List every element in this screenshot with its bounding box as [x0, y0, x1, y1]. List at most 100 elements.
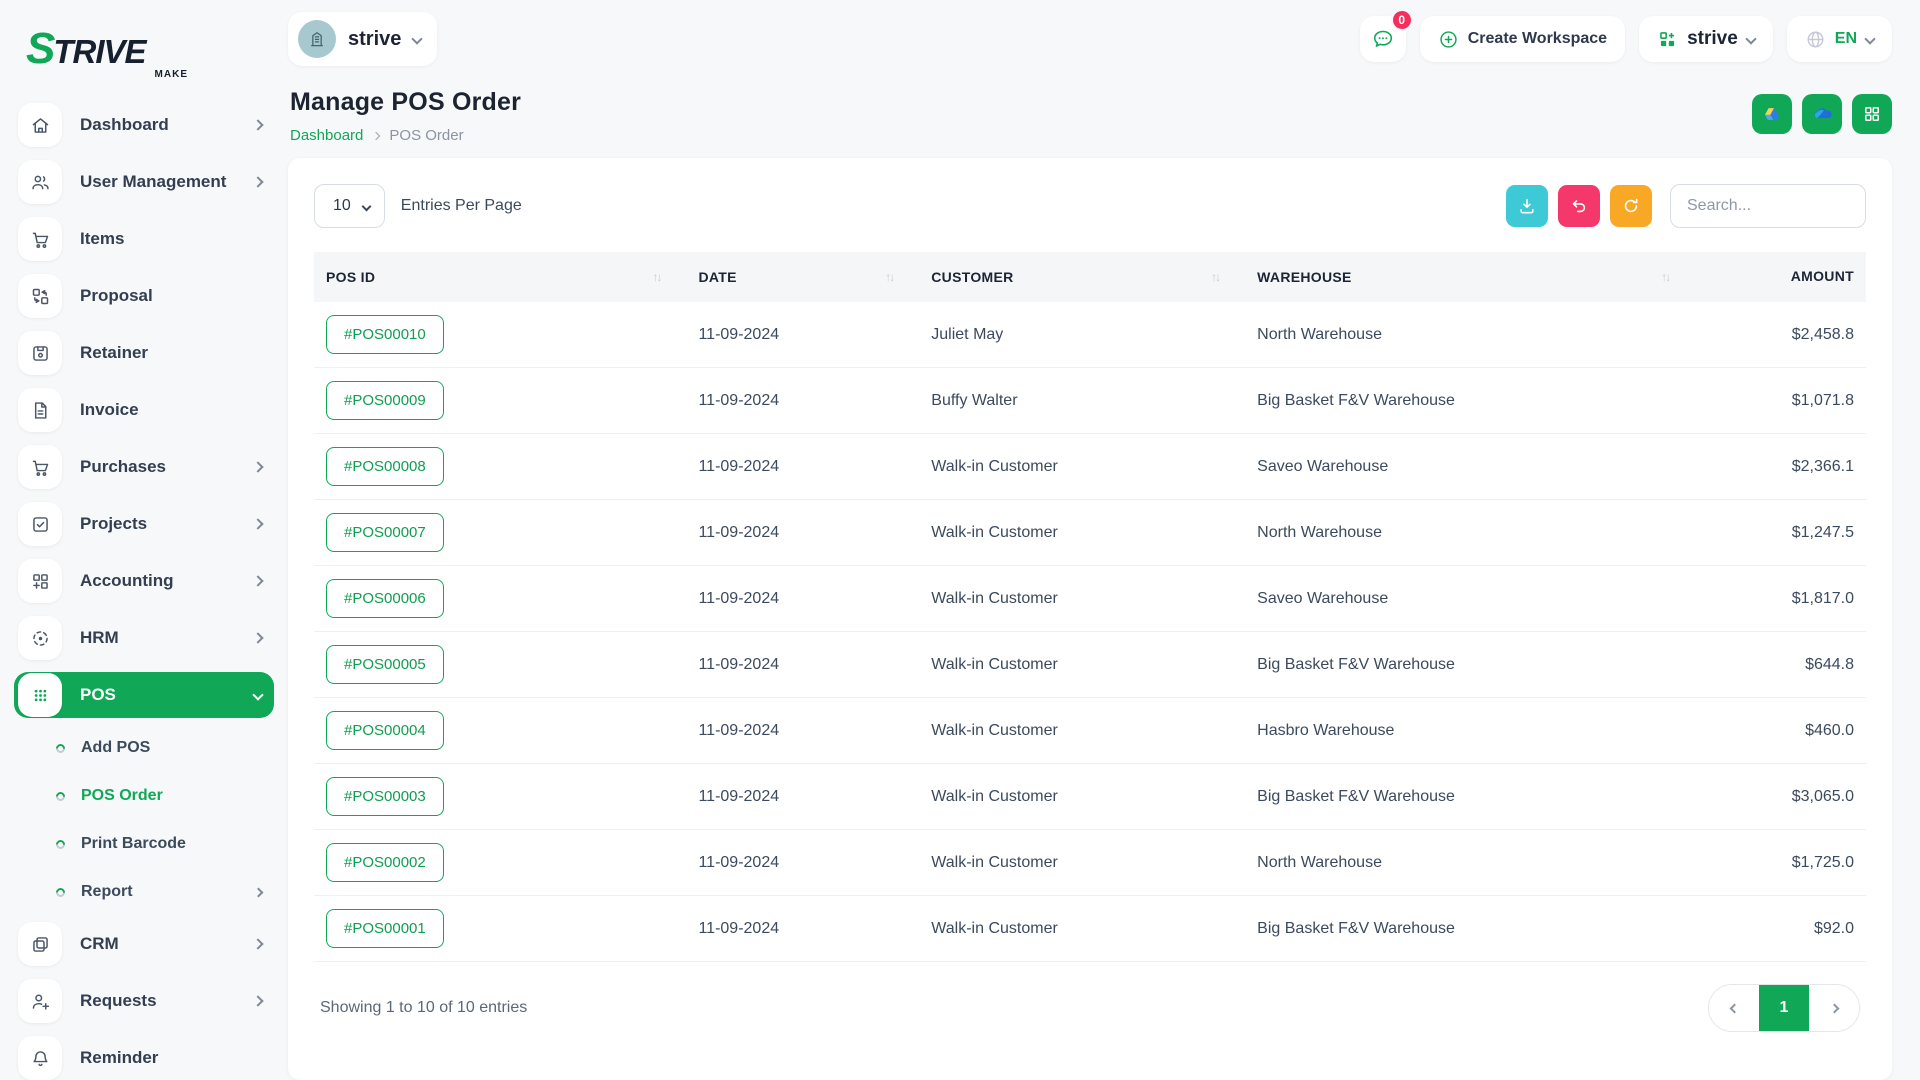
- sort-icon[interactable]: ↑↓: [885, 270, 895, 284]
- pos-id-badge[interactable]: #POS00008: [326, 447, 444, 486]
- onedrive-button[interactable]: [1802, 94, 1842, 134]
- table-row: #POS00003 11-09-2024 Walk-in Customer Bi…: [314, 763, 1866, 830]
- sidebar-item-pos[interactable]: POS: [14, 672, 274, 718]
- grid-view-button[interactable]: [1852, 94, 1892, 134]
- column-header-customer[interactable]: CUSTOMER ↑↓: [919, 252, 1246, 302]
- app-root: STRIVE MAKE Dashboard User Management It…: [0, 0, 1920, 1080]
- sidebar-item-items[interactable]: Items: [14, 216, 274, 262]
- column-label: DATE: [698, 269, 737, 285]
- workspace-selector[interactable]: strive: [288, 12, 438, 66]
- pos-id-badge[interactable]: #POS00003: [326, 777, 444, 816]
- refresh-button[interactable]: [1610, 185, 1652, 227]
- grid-icon: [1865, 107, 1879, 121]
- page-head-left: Manage POS Order Dashboard POS Order: [290, 88, 521, 144]
- google-drive-button[interactable]: [1752, 94, 1792, 134]
- pos-id-badge[interactable]: #POS00006: [326, 579, 444, 618]
- messages-button[interactable]: 0: [1359, 9, 1413, 62]
- table-row: #POS00009 11-09-2024 Buffy Walter Big Ba…: [314, 367, 1866, 434]
- chevron-down-icon: [1745, 33, 1757, 45]
- bullet-ring-icon: [54, 741, 67, 755]
- pos-id-badge[interactable]: #POS00009: [326, 381, 444, 420]
- customer-cell: Walk-in Customer: [919, 631, 1246, 698]
- sidebar-item-user-management[interactable]: User Management: [14, 159, 274, 205]
- workspace-name: strive: [348, 27, 402, 50]
- create-workspace-label: Create Workspace: [1467, 30, 1608, 47]
- cart-icon: [18, 445, 62, 489]
- main-column: strive 0 Create Workspace strive EN Mana…: [288, 0, 1920, 1080]
- create-workspace-button[interactable]: Create Workspace: [1419, 16, 1626, 62]
- sidebar-item-crm[interactable]: CRM: [14, 921, 274, 967]
- scan-target-icon: [18, 616, 62, 660]
- pagination-prev-button[interactable]: [1709, 985, 1759, 1031]
- messages-count-badge: 0: [1390, 9, 1413, 31]
- brand-logo[interactable]: STRIVE MAKE: [0, 18, 210, 92]
- download-icon: [1520, 198, 1534, 214]
- pagination: 1: [1708, 984, 1860, 1032]
- sidebar-item-hrm[interactable]: HRM: [14, 615, 274, 661]
- table-row: #POS00010 11-09-2024 Juliet May North Wa…: [314, 302, 1866, 368]
- pos-id-badge[interactable]: #POS00002: [326, 843, 444, 882]
- column-header-amount[interactable]: AMOUNT: [1695, 252, 1866, 302]
- pagination-next-button[interactable]: [1809, 985, 1859, 1031]
- column-label: WAREHOUSE: [1257, 269, 1352, 285]
- entries-per-page-label: Entries Per Page: [400, 197, 522, 214]
- warehouse-cell: Big Basket F&V Warehouse: [1245, 367, 1696, 434]
- pos-id-badge[interactable]: #POS00007: [326, 513, 444, 552]
- pagination-page-1[interactable]: 1: [1759, 985, 1809, 1031]
- date-cell: 11-09-2024: [686, 763, 920, 830]
- logo-text-rest: TRIVE: [53, 33, 146, 70]
- column-header-date[interactable]: DATE ↑↓: [686, 252, 920, 302]
- sidebar-subitem-pos-order[interactable]: POS Order: [44, 777, 274, 815]
- warehouse-cell: North Warehouse: [1245, 302, 1696, 368]
- sidebar-item-label: Reminder: [80, 1048, 159, 1067]
- bullet-ring-icon: [54, 885, 67, 899]
- sort-icon[interactable]: ↑↓: [1661, 270, 1671, 284]
- chevron-right-icon: [252, 176, 264, 188]
- customer-cell: Walk-in Customer: [919, 895, 1246, 962]
- warehouse-cell: North Warehouse: [1245, 829, 1696, 896]
- sort-icon[interactable]: ↑↓: [652, 270, 662, 284]
- sidebar-item-requests[interactable]: Requests: [14, 978, 274, 1024]
- search-input[interactable]: [1670, 184, 1866, 228]
- sidebar-item-retainer[interactable]: Retainer: [14, 330, 274, 376]
- page-head: Manage POS Order Dashboard POS Order: [288, 70, 1892, 158]
- sort-icon[interactable]: ↑↓: [1211, 270, 1221, 284]
- export-download-button[interactable]: [1506, 185, 1548, 227]
- sidebar-item-label: HRM: [80, 628, 119, 647]
- sidebar-item-reminder[interactable]: Reminder: [14, 1035, 274, 1080]
- cart-icon: [18, 217, 62, 261]
- chevron-down-icon: [252, 689, 264, 701]
- pos-id-badge[interactable]: #POS00001: [326, 909, 444, 948]
- app-switcher-button[interactable]: strive: [1639, 16, 1773, 62]
- undo-button[interactable]: [1558, 185, 1600, 227]
- breadcrumb-dashboard-link[interactable]: Dashboard: [290, 127, 363, 144]
- sidebar-item-invoice[interactable]: Invoice: [14, 387, 274, 433]
- refresh-icon: [1624, 198, 1638, 213]
- entries-per-page-value: 10: [333, 197, 351, 214]
- chevron-down-icon: [1864, 33, 1876, 45]
- pos-id-badge[interactable]: #POS00010: [326, 315, 444, 354]
- language-selector[interactable]: EN: [1786, 16, 1892, 62]
- sidebar-item-dashboard[interactable]: Dashboard: [14, 102, 274, 148]
- sidebar-item-projects[interactable]: Projects: [14, 501, 274, 547]
- customer-cell: Walk-in Customer: [919, 565, 1246, 632]
- sidebar-item-purchases[interactable]: Purchases: [14, 444, 274, 490]
- sidebar-item-label: Requests: [80, 991, 157, 1010]
- pos-id-badge[interactable]: #POS00004: [326, 711, 444, 750]
- date-cell: 11-09-2024: [686, 829, 920, 896]
- sidebar-subitem-report[interactable]: Report: [44, 873, 274, 911]
- entries-per-page-select[interactable]: 10: [314, 184, 385, 228]
- sidebar-subitem-print-barcode[interactable]: Print Barcode: [44, 825, 274, 863]
- date-cell: 11-09-2024: [686, 367, 920, 434]
- date-cell: 11-09-2024: [686, 697, 920, 764]
- date-cell: 11-09-2024: [686, 565, 920, 632]
- column-header-warehouse[interactable]: WAREHOUSE ↑↓: [1245, 252, 1696, 302]
- sidebar-item-label: POS: [80, 685, 116, 704]
- pos-id-badge[interactable]: #POS00005: [326, 645, 444, 684]
- sidebar-item-accounting[interactable]: Accounting: [14, 558, 274, 604]
- check-square-icon: [18, 502, 62, 546]
- sidebar-item-proposal[interactable]: Proposal: [14, 273, 274, 319]
- column-header-pos-id[interactable]: POS ID ↑↓: [314, 252, 687, 302]
- table-row: #POS00007 11-09-2024 Walk-in Customer No…: [314, 499, 1866, 566]
- sidebar-subitem-add-pos[interactable]: Add POS: [44, 729, 274, 767]
